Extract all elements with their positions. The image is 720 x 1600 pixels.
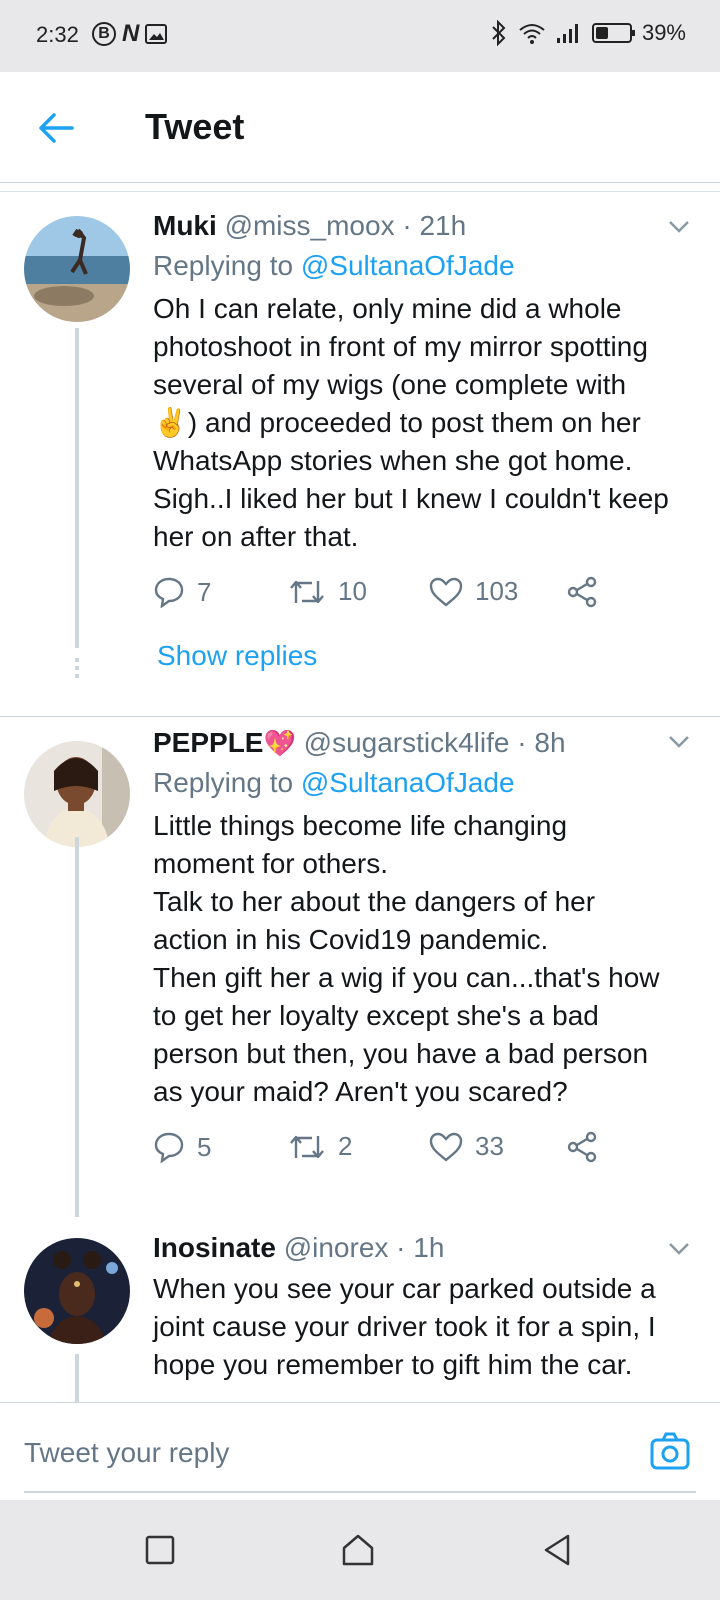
replying-prefix: Replying to [153, 767, 294, 798]
share-icon [567, 1131, 597, 1163]
avatar[interactable] [24, 216, 130, 322]
thread-line [75, 837, 79, 1217]
heart-icon [429, 1132, 463, 1162]
battery-percent: 39% [641, 20, 686, 45]
tweet-card[interactable]: PEPPLE💖 @sugarstick4life · 8h Replying t… [0, 717, 720, 1217]
reply-count: 5 [197, 1131, 212, 1162]
thread-line [75, 1354, 79, 1402]
replying-to: Replying to @SultanaOfJade [153, 250, 515, 282]
handle[interactable]: @sugarstick4life [304, 727, 510, 758]
heart-icon [429, 577, 463, 607]
like-count: 33 [475, 1131, 504, 1161]
retweet-button[interactable]: 2 [288, 1131, 352, 1162]
wifi-icon [519, 24, 545, 44]
tweet-text: When you see your car parked outside a j… [153, 1273, 656, 1380]
like-count: 103 [475, 576, 519, 606]
reply-composer: Tweet your reply [0, 1402, 720, 1501]
back-arrow-icon[interactable] [36, 108, 76, 148]
page-title: Tweet [145, 106, 245, 147]
status-bar: 2:32 B N 39% [0, 0, 720, 72]
share-button[interactable] [567, 1131, 599, 1163]
bluetooth-icon [492, 20, 506, 46]
tweet-header: PEPPLE💖 @sugarstick4life · 8h [153, 727, 566, 759]
chevron-down-icon[interactable] [668, 220, 690, 234]
mention-link[interactable]: @SultanaOfJade [301, 250, 515, 281]
retweet-count: 2 [338, 1131, 353, 1161]
reply-button[interactable]: 5 [153, 1131, 211, 1163]
retweet-icon [290, 1135, 324, 1158]
tweet-header: Inosinate @inorex · 1h [153, 1232, 444, 1264]
thread-dots [75, 666, 79, 670]
handle[interactable]: @inorex [284, 1232, 389, 1263]
tweet-text: Oh I can relate, only mine did a whole p… [153, 293, 669, 552]
b-circle-icon: B [92, 22, 116, 46]
retweet-icon [290, 580, 324, 603]
system-nav-bar [0, 1500, 720, 1600]
thread-line [75, 328, 79, 648]
input-underline [24, 1491, 696, 1493]
header: Tweet [0, 72, 720, 183]
reply-icon [154, 1132, 184, 1163]
display-name[interactable]: Muki [153, 210, 217, 241]
reply-count: 7 [197, 576, 212, 607]
display-name[interactable]: Inosinate [153, 1232, 276, 1263]
timestamp: · 8h [517, 727, 566, 758]
chevron-down-icon[interactable] [668, 1242, 690, 1256]
timestamp: · 1h [396, 1232, 445, 1263]
status-time: 2:32 [36, 22, 79, 47]
timestamp: · 21h [402, 210, 467, 241]
battery-charging-icon [591, 23, 635, 43]
reply-input[interactable]: Tweet your reply [24, 1437, 229, 1469]
camera-icon[interactable] [650, 1431, 690, 1471]
tweet-header: Muki @miss_moox · 21h [153, 210, 466, 242]
tweet-card[interactable]: Muki @miss_moox · 21h Replying to @Sulta… [0, 192, 720, 716]
mention-link[interactable]: @SultanaOfJade [301, 767, 515, 798]
reply-icon [154, 577, 184, 608]
signal-icon [556, 24, 578, 43]
recents-icon[interactable] [142, 1532, 178, 1568]
avatar[interactable] [24, 741, 130, 847]
handle[interactable]: @miss_moox [225, 210, 395, 241]
show-replies-link[interactable]: Show replies [157, 640, 317, 672]
home-icon[interactable] [340, 1532, 376, 1568]
share-icon [567, 576, 597, 608]
replying-to: Replying to @SultanaOfJade [153, 767, 515, 799]
tweet-actions: 7 10 103 [153, 576, 653, 616]
avatar[interactable] [24, 1238, 130, 1344]
retweet-button[interactable]: 10 [288, 576, 367, 607]
tweet-actions: 5 2 33 [153, 1131, 653, 1171]
like-button[interactable]: 103 [429, 576, 518, 607]
name-emoji: 💖 [263, 728, 296, 758]
share-button[interactable] [567, 576, 599, 608]
n-icon: N [122, 20, 140, 47]
replying-prefix: Replying to [153, 250, 294, 281]
tweet-card[interactable]: Inosinate @inorex · 1h When you see your… [0, 1228, 720, 1402]
retweet-count: 10 [338, 576, 367, 606]
tweet-text: Little things become life changing momen… [153, 810, 660, 1107]
like-button[interactable]: 33 [429, 1131, 504, 1162]
display-name[interactable]: PEPPLE [153, 727, 263, 758]
thread-dots [75, 674, 79, 678]
reply-button[interactable]: 7 [153, 576, 211, 608]
back-icon[interactable] [540, 1532, 576, 1568]
thread-dots [75, 658, 79, 662]
chevron-down-icon[interactable] [668, 735, 690, 749]
image-icon [145, 24, 168, 44]
